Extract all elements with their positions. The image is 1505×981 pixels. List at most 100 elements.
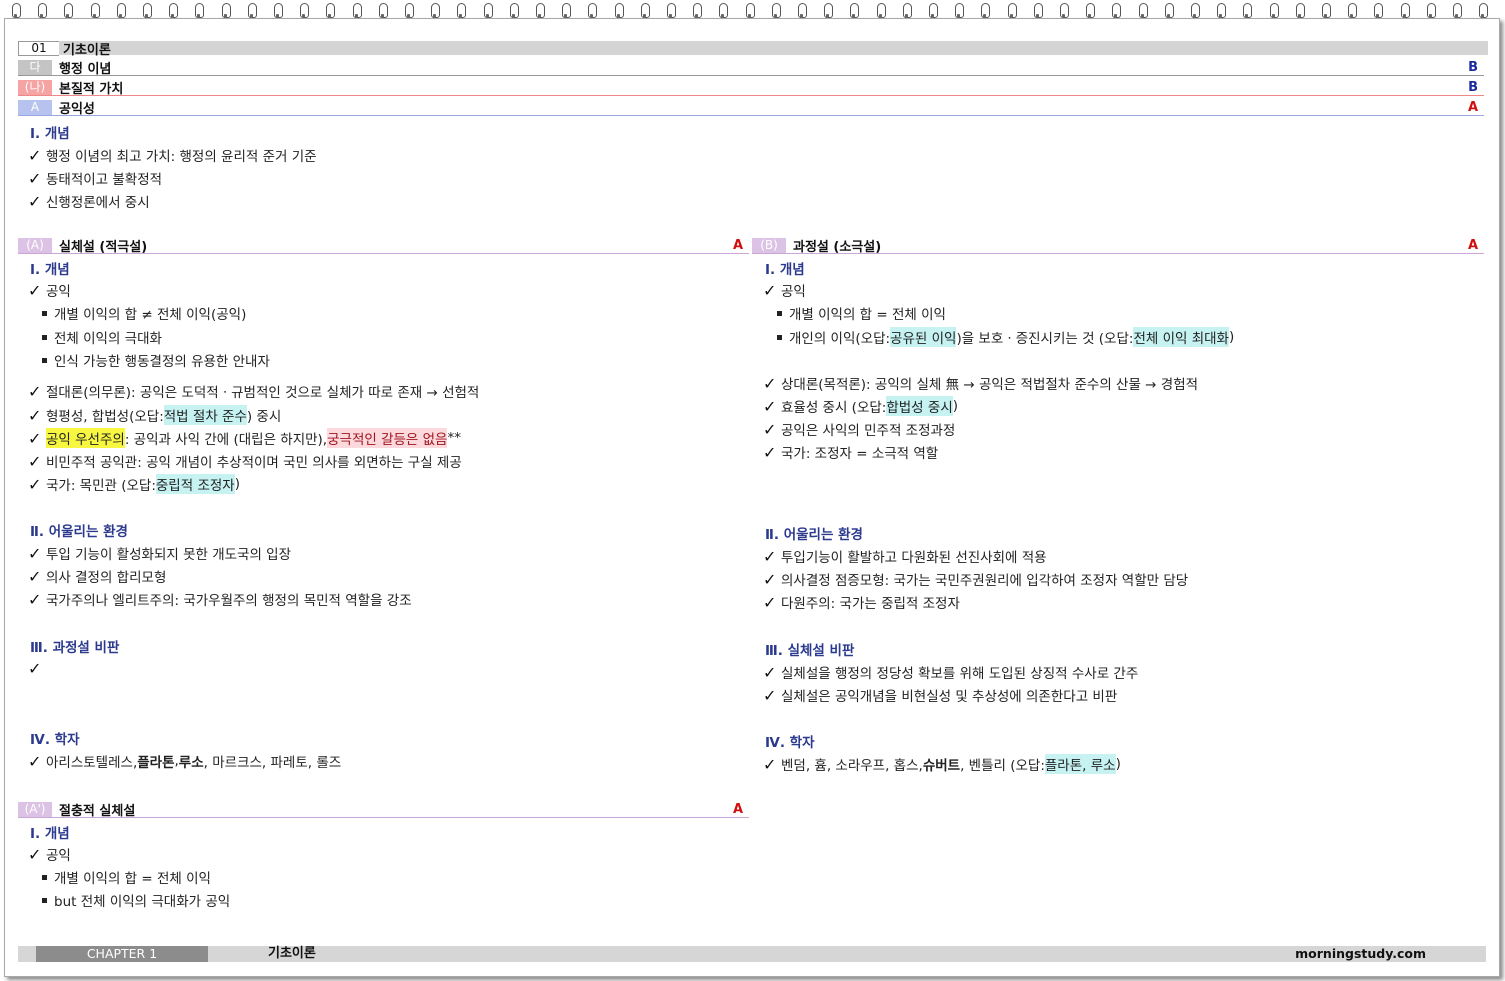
right-s1-heading: Ⅰ. 개념 (765, 262, 805, 278)
check-icon: ✓ (28, 844, 42, 864)
bullet-item: 전체 이익의 극대화 (40, 327, 162, 347)
section-bar-admin-ideology: 다 행정 이념 B (18, 60, 1484, 77)
grade-badge: B (1468, 80, 1478, 95)
grade-badge: A (1467, 238, 1478, 253)
bullet-icon (42, 310, 47, 316)
section-bar-public-interest: A 공익성 A (18, 100, 1484, 117)
check-icon: ✓ (28, 451, 42, 471)
left-s4-heading: Ⅳ. 학자 (30, 732, 80, 748)
section-title: 실체설 (적극설) (59, 240, 148, 255)
bullet-item: but 전체 이익의 극대화가 공익 (40, 890, 230, 910)
list-item: ✓ 비민주적 공익관: 공익 개념이 추상적이며 국민 의사를 외면하는 구실 제… (28, 451, 462, 472)
bullet-item: 인식 가능한 행동결정의 유용한 안내자 (40, 350, 270, 370)
list-item: ✓ 동태적이고 불확정적 (28, 168, 163, 189)
bullet-icon (42, 874, 47, 880)
check-icon: ✓ (763, 280, 777, 300)
list-item: ✓ 상대론(목적론): 공익의 실체 無 → 공익은 적법절차 준수의 산물 → … (763, 373, 1199, 394)
check-icon: ✓ (28, 543, 42, 563)
check-icon: ✓ (28, 474, 42, 494)
check-icon: ✓ (763, 685, 777, 705)
check-icon: ✓ (763, 442, 777, 462)
bullet-item: 개별 이익의 합 = 전체 이익 (40, 867, 211, 887)
list-item: ✓ 국가: 목민관 (오답: 중립적 조정자) (28, 474, 240, 494)
left-s2-heading: Ⅱ. 어울리는 환경 (30, 524, 128, 540)
list-item: ✓ 공익 (763, 280, 806, 301)
section-title: 행정 이념 (59, 62, 112, 77)
check-icon: ✓ (763, 396, 777, 416)
check-icon: ✓ (28, 168, 42, 188)
section-title: 공익성 (59, 102, 95, 117)
list-item: ✓ 공익 (28, 280, 71, 301)
left-s1-heading: Ⅰ. 개념 (30, 262, 70, 278)
check-icon: ✓ (28, 381, 42, 401)
check-icon: ✓ (763, 546, 777, 566)
list-item: ✓ 실체설은 공익개념을 비현실성 및 추상성에 의존한다고 비판 (763, 685, 1118, 706)
section-title: 과정설 (소극설) (793, 240, 882, 255)
list-item: ✓ 의사 결정의 합리모형 (28, 566, 167, 587)
right-s4-heading: Ⅳ. 학자 (765, 735, 815, 751)
check-icon: ✓ (28, 191, 42, 211)
list-item: ✓ 효율성 중시 (오답: 합법성 중시) (763, 396, 959, 416)
list-item: ✓ 투입 기능이 활성화되지 못한 개도국의 입장 (28, 543, 292, 564)
footer-chapter-label: CHAPTER 1 (36, 946, 208, 962)
list-item: ✓ 아리스토텔레스, 플라톤, 루소, 마르크스, 파레토, 롤즈 (28, 751, 342, 772)
section-tag: (B) (752, 238, 786, 253)
section-tag: A (18, 100, 52, 115)
section-title: 본질적 가치 (59, 82, 124, 97)
check-icon: ✓ (763, 569, 777, 589)
section-bar-essential-value: (나) 본질적 가치 B (18, 80, 1484, 97)
section-tag: (나) (18, 80, 52, 95)
check-icon: ✓ (28, 428, 42, 448)
check-icon: ✓ (28, 145, 42, 165)
grade-badge: B (1468, 60, 1478, 75)
bullet-icon (777, 310, 782, 316)
check-icon: ✓ (28, 659, 42, 678)
bullet-item: 개별 이익의 합 ≠ 전체 이익(공익) (40, 303, 246, 323)
bullet-icon (777, 334, 782, 340)
list-item: ✓ 다원주의: 국가는 중립적 조정자 (763, 592, 960, 613)
check-icon: ✓ (28, 751, 42, 771)
eclectic-heading: Ⅰ. 개념 (30, 826, 70, 842)
left-s3-heading: Ⅲ. 과정설 비판 (30, 640, 120, 656)
list-item: ✓ 국가: 조정자 = 소극적 역할 (763, 442, 939, 463)
list-item: ✓ 의사결정 점증모형: 국가는 국민주권원리에 입각하여 조정자 역할만 담당 (763, 569, 1189, 590)
list-item: ✓ 실체설을 행정의 정당성 확보를 위해 도입된 상징적 수사로 간주 (763, 662, 1139, 683)
bullet-item: 개별 이익의 합 = 전체 이익 (775, 303, 946, 323)
list-item: ✓ 투입기능이 활발하고 다원화된 선진사회에 적용 (763, 546, 1047, 567)
check-icon: ✓ (763, 373, 777, 393)
bullet-icon (42, 334, 47, 340)
bullet-icon (42, 897, 47, 903)
grade-badge: A (732, 238, 743, 253)
list-item: ✓ 행정 이념의 최고 가치: 행정의 윤리적 준거 기준 (28, 145, 317, 166)
footer-site: morningstudy.com (1295, 946, 1426, 961)
right-s3-heading: Ⅲ. 실체설 비판 (765, 643, 855, 659)
section-tag: 다 (18, 60, 52, 75)
check-icon: ✓ (28, 405, 42, 425)
check-icon: ✓ (28, 566, 42, 586)
section-bar-process-theory: (B) 과정설 (소극설) A (752, 238, 1484, 255)
bullet-item: 개인의 이익(오답: 공유된 이익)을 보호ㆍ증진시키는 것 (오답: 전체 이… (775, 327, 1234, 347)
grade-badge: A (1467, 100, 1478, 115)
check-icon: ✓ (763, 662, 777, 682)
section-title: 절충적 실체설 (59, 804, 136, 819)
section-tag: (A') (18, 802, 52, 817)
chapter-header-bar: 01 기초이론 (18, 40, 1488, 58)
check-icon: ✓ (763, 754, 777, 774)
right-s2-heading: Ⅱ. 어울리는 환경 (765, 527, 863, 543)
list-item: ✓ (28, 659, 46, 678)
check-icon: ✓ (763, 592, 777, 612)
intro-heading: Ⅰ. 개념 (30, 126, 70, 142)
list-item: ✓ 국가주의나 엘리트주의: 국가우월주의 행정의 목민적 역할을 강조 (28, 589, 412, 610)
check-icon: ✓ (763, 419, 777, 439)
chapter-title: 기초이론 (63, 42, 111, 58)
section-bar-substantive-theory: (A) 실체설 (적극설) A (18, 238, 749, 255)
check-icon: ✓ (28, 280, 42, 300)
list-item: ✓ 형평성, 합법성(오답: 적법 절차 준수) 중시 (28, 405, 282, 425)
list-item: ✓ 절대론(의무론): 공익은 도덕적ㆍ규범적인 것으로 실체가 따로 존재 → … (28, 381, 480, 402)
check-icon: ✓ (28, 589, 42, 609)
chapter-number: 01 (18, 40, 59, 56)
bullet-icon (42, 357, 47, 363)
section-tag: (A) (18, 238, 52, 253)
list-item: ✓ 신행정론에서 중시 (28, 191, 150, 212)
list-item: ✓ 공익 우선주의: 공익과 사익 간에 (대립은 하지만), 궁극적인 갈등은 … (28, 428, 461, 448)
